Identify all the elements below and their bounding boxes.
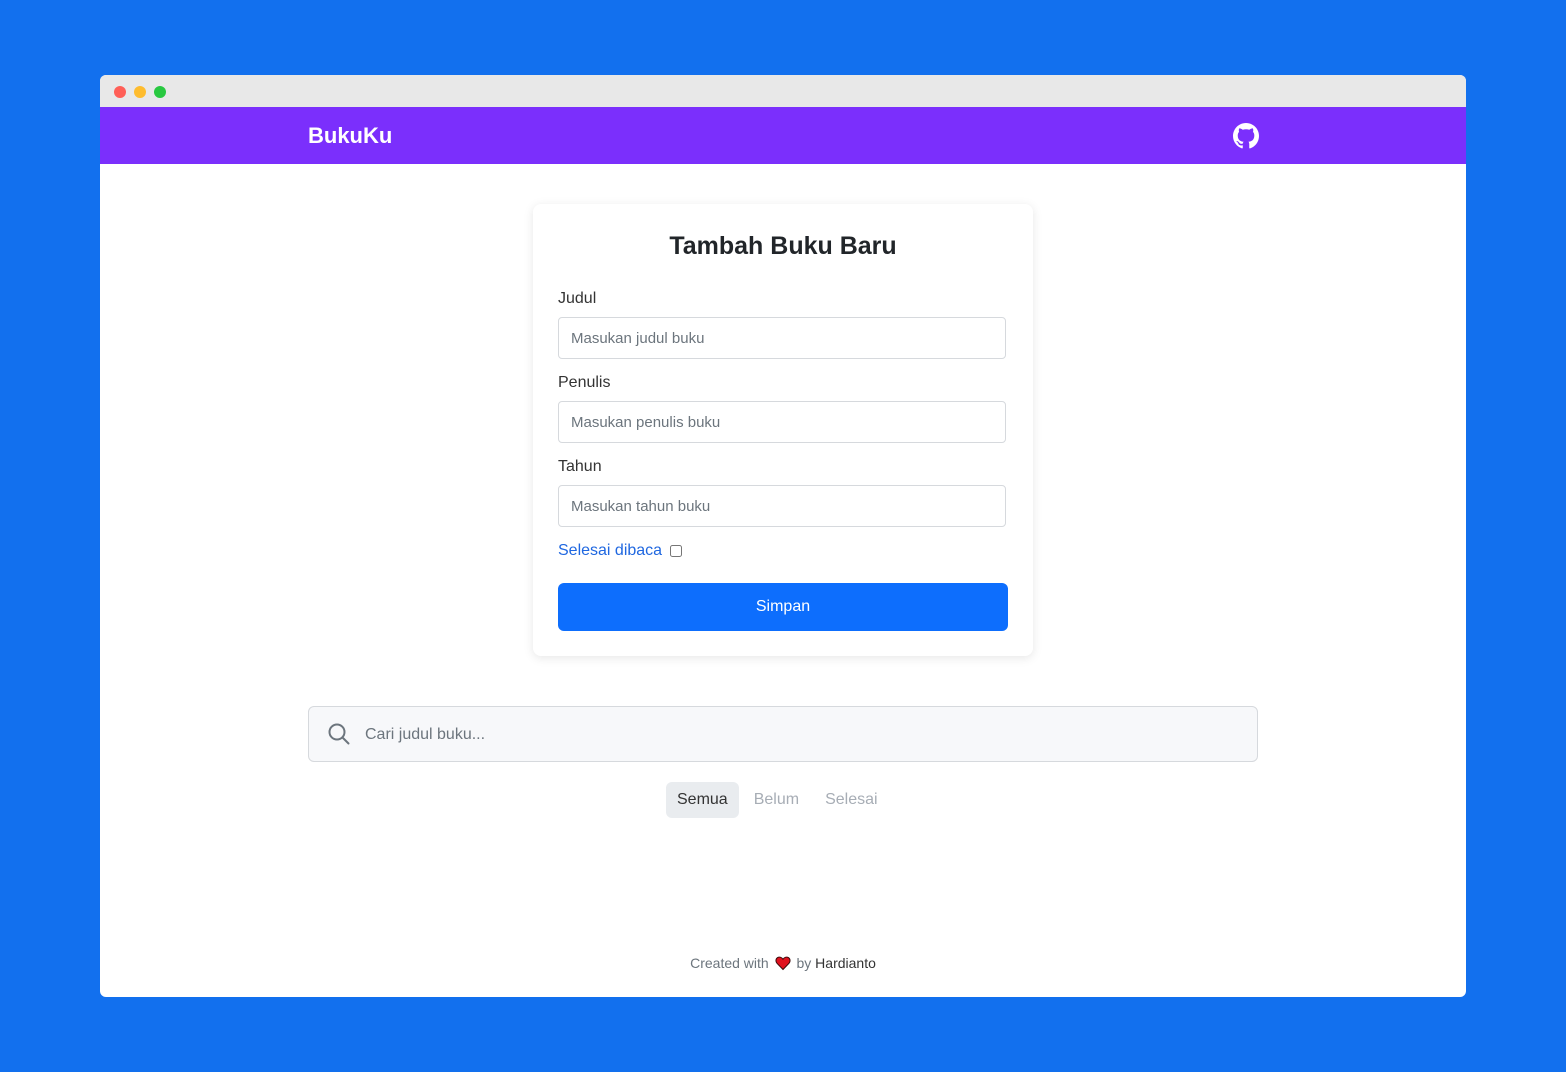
add-book-form: Tambah Buku Baru Judul Penulis Tahun Sel… xyxy=(533,204,1033,656)
form-title: Tambah Buku Baru xyxy=(669,232,897,260)
finished-reading-row: Selesai dibaca xyxy=(558,541,683,561)
save-button[interactable]: Simpan xyxy=(558,583,1008,631)
finished-reading-checkbox[interactable] xyxy=(670,545,683,557)
search-input[interactable] xyxy=(363,707,1227,763)
footer-by: by xyxy=(796,955,812,971)
footer-author-link[interactable]: Hardianto xyxy=(815,955,876,971)
finished-reading-label[interactable]: Selesai dibaca xyxy=(558,542,662,560)
window-titlebar xyxy=(100,75,1466,107)
close-window-button[interactable] xyxy=(114,86,126,98)
filter-tabs: Semua Belum Selesai xyxy=(666,782,889,818)
maximize-window-button[interactable] xyxy=(154,86,166,98)
github-icon[interactable] xyxy=(1233,123,1259,149)
filter-finished[interactable]: Selesai xyxy=(814,782,888,818)
search-icon xyxy=(327,722,351,746)
title-input[interactable] xyxy=(558,317,1006,359)
brand-logo[interactable]: BukuKu xyxy=(308,107,392,164)
search-bar xyxy=(308,706,1258,763)
footer-prefix: Created with xyxy=(690,955,769,971)
title-label: Judul xyxy=(558,290,597,307)
filter-unread[interactable]: Belum xyxy=(743,782,810,818)
author-input[interactable] xyxy=(558,401,1006,443)
minimize-window-button[interactable] xyxy=(134,86,146,98)
navbar: BukuKu xyxy=(100,107,1466,164)
heart-icon xyxy=(775,955,791,971)
filter-all[interactable]: Semua xyxy=(666,782,739,818)
footer: Created with by Hardianto xyxy=(100,955,1466,971)
author-label: Penulis xyxy=(558,374,611,391)
browser-window: BukuKu Tambah Buku Baru Judul Penulis Ta… xyxy=(100,75,1466,997)
year-label: Tahun xyxy=(558,458,602,475)
year-input[interactable] xyxy=(558,485,1006,527)
